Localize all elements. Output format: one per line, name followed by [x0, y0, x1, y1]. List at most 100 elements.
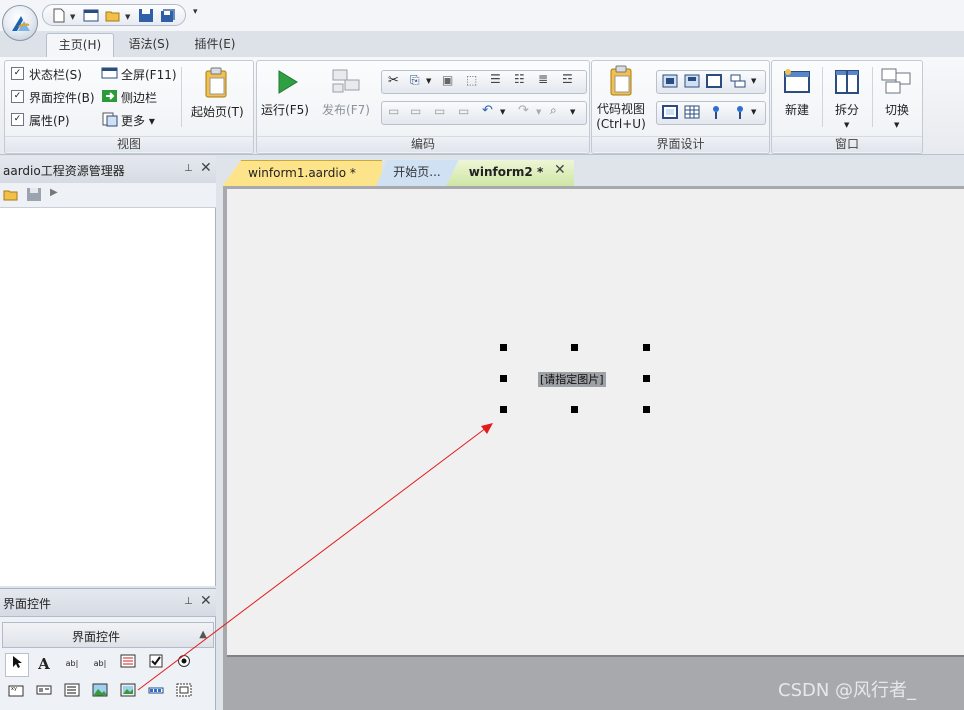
- switch-dropdown-icon[interactable]: ▼: [894, 121, 899, 129]
- new-dropdown-icon[interactable]: ▼: [70, 13, 75, 21]
- resize-handle-left[interactable]: [500, 375, 507, 382]
- resize-handle-top-right[interactable]: [643, 344, 650, 351]
- progress-tool[interactable]: [145, 682, 167, 704]
- save-all-icon[interactable]: [160, 8, 176, 23]
- publish-button[interactable]: 发布(F7): [319, 101, 373, 118]
- comment-icon[interactable]: ☲: [562, 72, 573, 86]
- project-open-icon[interactable]: [3, 187, 19, 202]
- collapse-icon[interactable]: ▲: [199, 629, 207, 640]
- project-save-icon[interactable]: [26, 187, 42, 202]
- controls-checkbox[interactable]: ✓: [11, 90, 24, 103]
- bookmark-icon[interactable]: ▭: [388, 104, 399, 118]
- bookmark-clear-icon[interactable]: ▭: [458, 104, 469, 118]
- align-icon[interactable]: ≣: [538, 72, 548, 86]
- redo-icon[interactable]: ↷: [518, 103, 529, 118]
- start-page-icon[interactable]: [201, 67, 231, 99]
- controls-category-header[interactable]: 界面控件 ▲: [2, 622, 214, 648]
- copy-icon[interactable]: ⎘: [410, 73, 420, 88]
- groupbox-tool[interactable]: xy: [5, 682, 27, 704]
- code-view-button[interactable]: 代码视图: [592, 100, 650, 117]
- switch-button[interactable]: 切换: [874, 101, 920, 118]
- app-menu-button[interactable]: [2, 5, 38, 41]
- sidebar-button[interactable]: 侧边栏: [121, 89, 157, 106]
- resize-handle-top-left[interactable]: [500, 344, 507, 351]
- resize-handle-right[interactable]: [643, 375, 650, 382]
- tab-winform1[interactable]: winform1.aardio *: [222, 160, 382, 187]
- pin-anchor-icon[interactable]: [707, 104, 725, 120]
- listview-tool[interactable]: [117, 653, 139, 675]
- close-icon[interactable]: ✕: [200, 160, 212, 176]
- run-icon[interactable]: [275, 69, 299, 95]
- window-frame-icon[interactable]: [705, 73, 723, 89]
- resize-handle-bottom-right[interactable]: [643, 406, 650, 413]
- undo-icon[interactable]: ↶: [482, 103, 493, 118]
- find-icon[interactable]: ⌕: [550, 103, 557, 118]
- paste-icon[interactable]: ▣: [442, 73, 453, 87]
- expand-arrow-icon[interactable]: ▶: [50, 187, 58, 198]
- indent-icon[interactable]: ☰: [490, 72, 501, 86]
- qat-customize-button[interactable]: ▾: [193, 7, 198, 17]
- picturebox-control[interactable]: [请指定图片]: [538, 372, 606, 387]
- resize-handle-top[interactable]: [571, 344, 578, 351]
- arrange-dropdown-icon[interactable]: ▼: [751, 77, 756, 85]
- bookmark-prev-icon[interactable]: ▭: [434, 104, 445, 118]
- anchor-dropdown-icon[interactable]: ▼: [751, 108, 756, 116]
- save-icon[interactable]: [138, 8, 154, 23]
- split-dropdown-icon[interactable]: ▼: [844, 121, 849, 129]
- pin-icon[interactable]: ⊥: [184, 596, 193, 607]
- static-text-tool[interactable]: A: [33, 653, 55, 675]
- statusbar-checkbox[interactable]: ✓: [11, 67, 24, 80]
- select-icon[interactable]: ⬚: [466, 73, 477, 87]
- sidebar-icon[interactable]: [101, 88, 119, 104]
- checkbox-tool[interactable]: [145, 653, 167, 675]
- tab-home[interactable]: 主页(H): [46, 33, 114, 58]
- bookmark-next-icon[interactable]: ▭: [410, 104, 421, 118]
- undo-dropdown-icon[interactable]: ▼: [500, 108, 505, 116]
- pin-anchor2-icon[interactable]: [731, 104, 749, 120]
- new-window-button[interactable]: 新建: [774, 101, 820, 118]
- edit-tool[interactable]: ab|: [61, 653, 83, 675]
- grid-icon[interactable]: [683, 104, 701, 120]
- run-button[interactable]: 运行(F5): [259, 101, 311, 118]
- copy-dropdown-icon[interactable]: ▼: [426, 77, 431, 85]
- start-page-button[interactable]: 起始页(T): [191, 103, 244, 120]
- tab-start-page[interactable]: 开始页...: [376, 160, 458, 186]
- richedit-tool[interactable]: ab|: [89, 653, 111, 675]
- more-button[interactable]: 更多 ▾: [121, 112, 155, 129]
- close-icon[interactable]: ✕: [200, 593, 212, 609]
- find-dropdown-icon[interactable]: ▼: [570, 108, 575, 116]
- combobox-tool[interactable]: [61, 682, 83, 704]
- redo-dropdown-icon[interactable]: ▼: [536, 108, 541, 116]
- more-icon[interactable]: [101, 111, 119, 127]
- split-icon[interactable]: [832, 68, 862, 96]
- align-left-icon[interactable]: [661, 73, 679, 89]
- open-folder-icon[interactable]: [105, 8, 121, 23]
- tab-order-icon[interactable]: [661, 104, 679, 120]
- resize-handle-bottom-left[interactable]: [500, 406, 507, 413]
- code-view-icon[interactable]: [606, 65, 636, 97]
- tab-plugins[interactable]: 插件(E): [184, 33, 246, 57]
- outdent-icon[interactable]: ☷: [514, 72, 525, 86]
- new-window-icon[interactable]: [782, 68, 812, 96]
- cut-icon[interactable]: ✂: [388, 73, 399, 88]
- publish-icon[interactable]: [331, 68, 361, 96]
- radio-tool[interactable]: [173, 653, 195, 675]
- custom-tool[interactable]: [173, 682, 195, 704]
- tab-syntax[interactable]: 语法(S): [118, 33, 180, 57]
- form-icon[interactable]: [83, 8, 99, 23]
- new-file-icon[interactable]: [51, 8, 67, 23]
- picture-tool[interactable]: [89, 682, 111, 704]
- form-design-surface[interactable]: [227, 189, 964, 657]
- fullscreen-icon[interactable]: [101, 65, 119, 81]
- pin-icon[interactable]: ⊥: [184, 163, 193, 174]
- plus-tool[interactable]: [117, 682, 139, 704]
- close-tab-icon[interactable]: ✕: [554, 162, 566, 178]
- arrange-icon[interactable]: [729, 73, 747, 89]
- properties-checkbox[interactable]: ✓: [11, 113, 24, 126]
- open-dropdown-icon[interactable]: ▼: [125, 13, 130, 21]
- align-top-icon[interactable]: [683, 73, 701, 89]
- switch-icon[interactable]: [880, 67, 912, 97]
- split-button[interactable]: 拆分: [824, 101, 870, 118]
- pointer-tool[interactable]: [5, 653, 29, 677]
- resize-handle-bottom[interactable]: [571, 406, 578, 413]
